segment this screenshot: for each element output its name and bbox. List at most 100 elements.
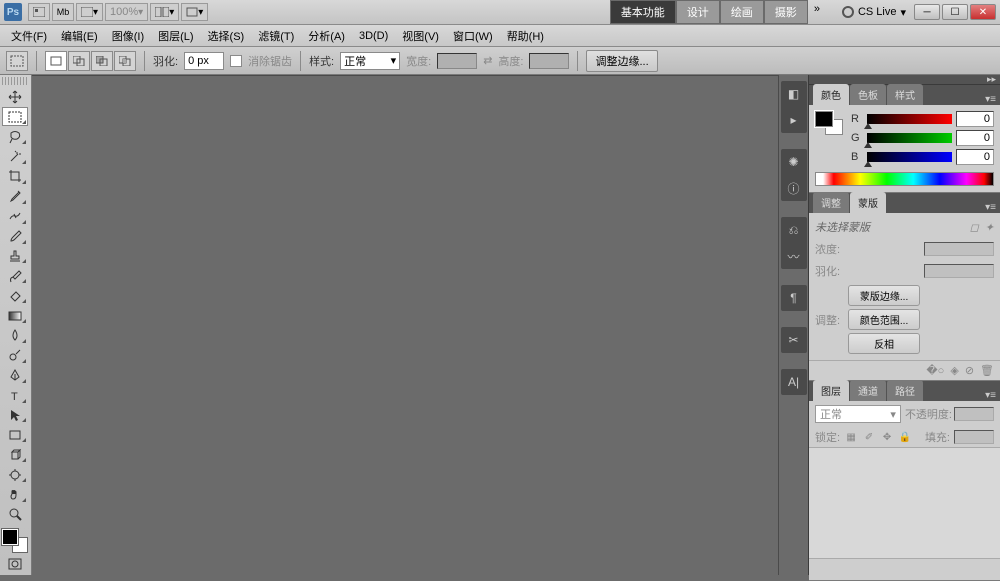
selection-new-icon[interactable] [45,51,67,71]
dodge-tool[interactable] [2,346,28,365]
arrange-docs-dropdown[interactable]: ▾ [150,3,179,21]
history-panel-icon[interactable]: ◧ [784,85,804,103]
quickmask-tool[interactable] [2,554,28,573]
toolbox-grip[interactable] [2,77,29,85]
tools-panel-icon[interactable]: ✂ [784,331,804,349]
refine-edge-button[interactable]: 调整边缘... [586,50,657,72]
pen-tool[interactable] [2,366,28,385]
invert-button[interactable]: 反相 [848,333,920,354]
character-panel-icon[interactable]: A| [784,373,804,391]
hand-tool[interactable] [2,485,28,504]
b-slider[interactable] [867,152,952,162]
close-button[interactable]: ✕ [970,4,996,20]
menu-help[interactable]: 帮助(H) [500,25,551,47]
stamp-tool[interactable] [2,247,28,266]
canvas-area[interactable] [32,75,778,575]
style-select[interactable]: 正常▾ [340,52,400,70]
menu-image[interactable]: 图像(I) [105,25,151,47]
lock-position-icon[interactable]: ✥ [880,430,894,444]
selection-subtract-icon[interactable] [91,51,113,71]
3d-camera-tool[interactable] [2,465,28,484]
color-panel-menu[interactable]: ▾≡ [981,94,1000,105]
workspace-tab-photography[interactable]: 摄影 [764,0,808,24]
shape-tool[interactable] [2,425,28,444]
mask-delete-icon[interactable]: 🗑 [980,364,994,377]
menu-filter[interactable]: 滤镜(T) [251,25,301,47]
color-panel-swatches[interactable] [815,111,843,135]
layers-list[interactable] [809,448,1000,558]
lock-all-icon[interactable]: 🔒 [898,430,912,444]
vector-mask-icon[interactable]: ✦ [985,221,994,234]
foreground-color-swatch[interactable] [2,529,18,545]
type-tool[interactable]: T [2,386,28,405]
b-input[interactable] [956,149,994,165]
crop-tool[interactable] [2,167,28,186]
info-panel-icon[interactable]: ⓘ [784,179,804,197]
gradient-tool[interactable] [2,306,28,325]
layers-panel-menu[interactable]: ▾≡ [981,390,1000,401]
brush-tool[interactable] [2,227,28,246]
maximize-button[interactable]: ☐ [942,4,968,20]
menu-view[interactable]: 视图(V) [395,25,446,47]
tab-styles[interactable]: 样式 [887,84,923,105]
screen-mode-dropdown[interactable]: ▾ [76,3,103,21]
feather-input[interactable] [184,52,224,70]
eraser-tool[interactable] [2,286,28,305]
workspace-tab-design[interactable]: 设计 [676,0,720,24]
tab-channels[interactable]: 通道 [850,380,886,401]
minimize-button[interactable]: ─ [914,4,940,20]
screen-mode-2-dropdown[interactable]: ▾ [181,3,208,21]
mask-edge-button[interactable]: 蒙版边缘... [848,285,920,306]
antialias-checkbox[interactable] [230,55,242,67]
tab-swatches[interactable]: 色板 [850,84,886,105]
eyedropper-tool[interactable] [2,187,28,206]
tab-adjustments[interactable]: 调整 [813,192,849,213]
color-spectrum[interactable] [815,172,994,186]
mask-disable-icon[interactable]: ⊘ [965,364,974,377]
g-slider[interactable] [867,133,952,143]
cslive-button[interactable]: CS Live ▾ [834,6,914,19]
zoom-tool[interactable] [2,505,28,524]
menu-layer[interactable]: 图层(L) [151,25,200,47]
tab-layers[interactable]: 图层 [813,380,849,401]
g-input[interactable] [956,130,994,146]
selection-intersect-icon[interactable] [114,51,136,71]
history-brush-tool[interactable] [2,266,28,285]
brushpresets-panel-icon[interactable]: 〰 [784,247,804,265]
minibridge-icon[interactable]: Mb [52,3,74,21]
selection-add-icon[interactable] [68,51,90,71]
menu-edit[interactable]: 编辑(E) [54,25,105,47]
brush-panel-icon[interactable]: ✺ [784,153,804,171]
lock-transparency-icon[interactable]: ▦ [844,430,858,444]
move-tool[interactable] [2,88,28,107]
zoom-level[interactable]: 100% ▾ [105,3,148,21]
workspace-more[interactable]: » [808,0,826,24]
tab-color[interactable]: 颜色 [813,84,849,105]
blur-tool[interactable] [2,326,28,345]
menu-window[interactable]: 窗口(W) [446,25,500,47]
r-slider[interactable] [867,114,952,124]
healing-tool[interactable] [2,207,28,226]
r-input[interactable] [956,111,994,127]
menu-3d[interactable]: 3D(D) [352,27,395,45]
pixel-mask-icon[interactable]: ◻ [970,221,979,234]
marquee-tool[interactable] [2,107,28,126]
menu-file[interactable]: 文件(F) [4,25,54,47]
3d-tool[interactable] [2,445,28,464]
menu-analysis[interactable]: 分析(A) [301,25,352,47]
lock-pixels-icon[interactable]: ✐ [862,430,876,444]
mask-apply-icon[interactable]: ◈ [950,364,958,377]
clone-panel-icon[interactable]: ⎌ [784,221,804,239]
lasso-tool[interactable] [2,127,28,146]
color-range-button[interactable]: 颜色范围... [848,309,920,330]
workspace-tab-essentials[interactable]: 基本功能 [610,0,676,24]
tab-masks[interactable]: 蒙版 [850,192,886,213]
bridge-icon[interactable] [28,3,50,21]
tab-paths[interactable]: 路径 [887,380,923,401]
actions-panel-icon[interactable]: ▸ [784,111,804,129]
mask-load-icon[interactable]: �○ [926,364,944,377]
wand-tool[interactable] [2,147,28,166]
menu-select[interactable]: 选择(S) [201,25,252,47]
workspace-tab-painting[interactable]: 绘画 [720,0,764,24]
tool-preset-icon[interactable] [6,51,28,71]
